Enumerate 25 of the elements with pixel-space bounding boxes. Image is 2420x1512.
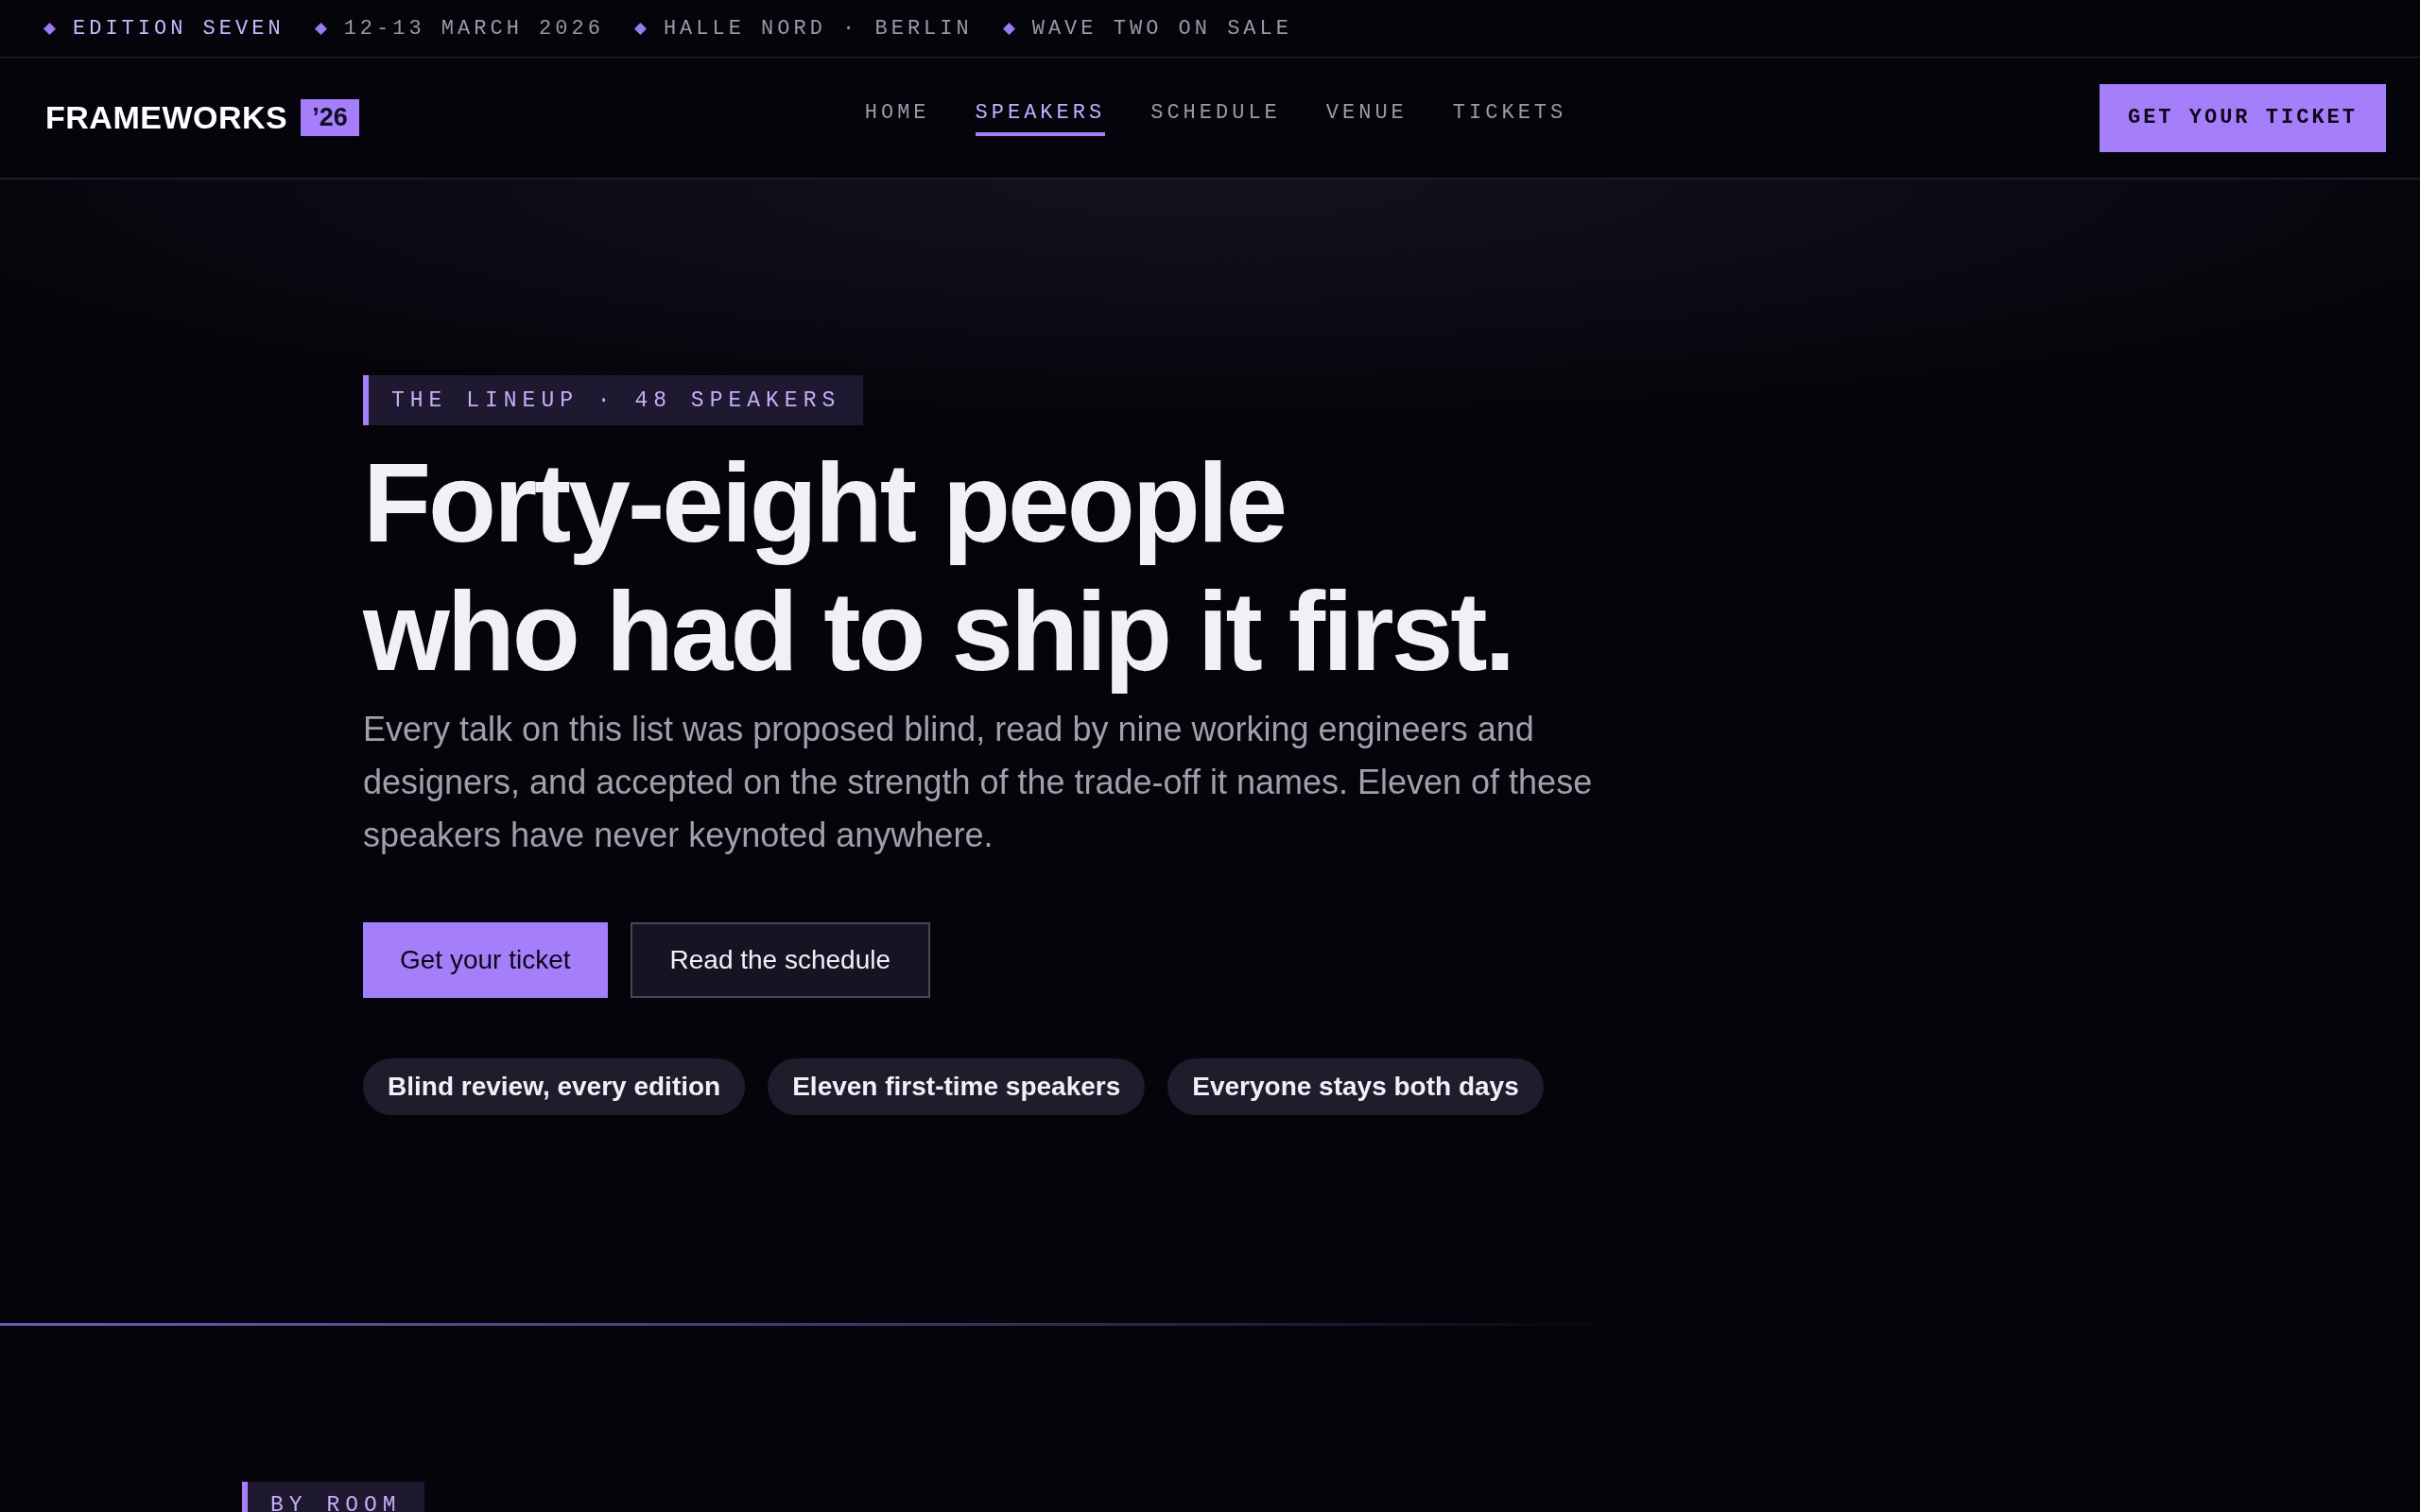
nav-link[interactable]: HOME: [864, 94, 930, 136]
hero-lead: Every talk on this list was proposed blind, read by nine working engineers and designers, and accepted on the strength of the trade-off it names. Eleven of these speakers have never keynoted anywhere.: [363, 709, 1594, 856]
ticket-button[interactable]: Get your ticket: [363, 922, 608, 998]
announcement-text: EDITION SEVEN: [73, 16, 285, 41]
feature-chip: Everyone stays both days: [1167, 1058, 1544, 1115]
hero-headline: Forty-eight people who had to ship it first.: [363, 439, 1514, 696]
announcement-text: WAVE TWO ON SALE: [1031, 16, 1292, 41]
diamond-icon: [1002, 22, 1015, 35]
diamond-icon: [314, 22, 327, 35]
logo[interactable]: FRAMEWORKS: [45, 99, 288, 136]
section-eyebrow: THE LINEUP · 48 SPEAKERS: [363, 375, 864, 425]
nav-link[interactable]: VENUE: [1325, 94, 1408, 136]
announcement-text: 12-13 MARCH 2026: [343, 16, 604, 41]
nav-link[interactable]: TICKETS: [1452, 94, 1567, 136]
feature-chip: Blind review, every edition: [363, 1058, 746, 1115]
nav-link[interactable]: SPEAKERS: [975, 94, 1106, 136]
get-ticket-button[interactable]: GET YOUR TICKET: [2099, 83, 2386, 152]
diamond-icon: [43, 22, 56, 35]
year-badge: ’26: [301, 99, 359, 136]
diamond-icon: [633, 22, 647, 35]
section-eyebrow: BY ROOM: [242, 1482, 424, 1512]
announcement-text: HALLE NORD · BERLIN: [663, 16, 973, 41]
schedule-button[interactable]: Read the schedule: [630, 922, 931, 998]
nav-link[interactable]: SCHEDULE: [1150, 94, 1281, 136]
feature-chip: Eleven first-time speakers: [768, 1058, 1146, 1115]
